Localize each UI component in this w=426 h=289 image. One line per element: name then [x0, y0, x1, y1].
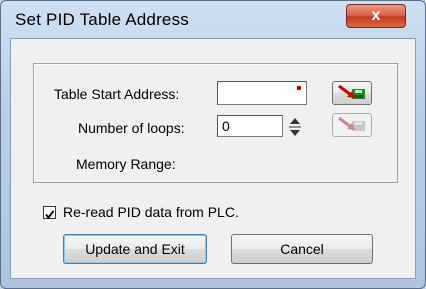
loops-spinner[interactable] — [288, 115, 302, 139]
number-of-loops-input[interactable]: 0 — [217, 115, 283, 137]
arrow-from-plc-icon — [338, 116, 365, 131]
required-marker — [297, 86, 301, 90]
dialog-body: Table Start Address: Number of loops: 0 — [10, 38, 416, 279]
checkmark-icon — [45, 210, 55, 220]
loops-label: Number of loops: — [78, 120, 185, 136]
table-start-address-input[interactable] — [217, 81, 307, 105]
read-address-button[interactable] — [332, 81, 372, 105]
memory-range-label: Memory Range: — [76, 156, 176, 172]
close-button[interactable]: x — [346, 4, 406, 28]
table-start-label: Table Start Address: — [54, 86, 180, 102]
reread-checkbox[interactable] — [43, 206, 56, 220]
arrow-to-plc-icon — [338, 84, 365, 99]
write-address-button[interactable] — [332, 113, 372, 137]
cancel-button[interactable]: Cancel — [231, 234, 373, 264]
address-group: Table Start Address: Number of loops: 0 — [33, 63, 398, 183]
title-bar[interactable]: Set PID Table Address x — [1, 1, 425, 37]
update-and-exit-button[interactable]: Update and Exit — [63, 234, 207, 264]
dialog-window: Set PID Table Address x Table Start Addr… — [0, 0, 426, 289]
dialog-title: Set PID Table Address — [15, 10, 189, 29]
close-icon: x — [371, 7, 381, 24]
reread-label[interactable]: Re-read PID data from PLC. — [63, 204, 239, 220]
